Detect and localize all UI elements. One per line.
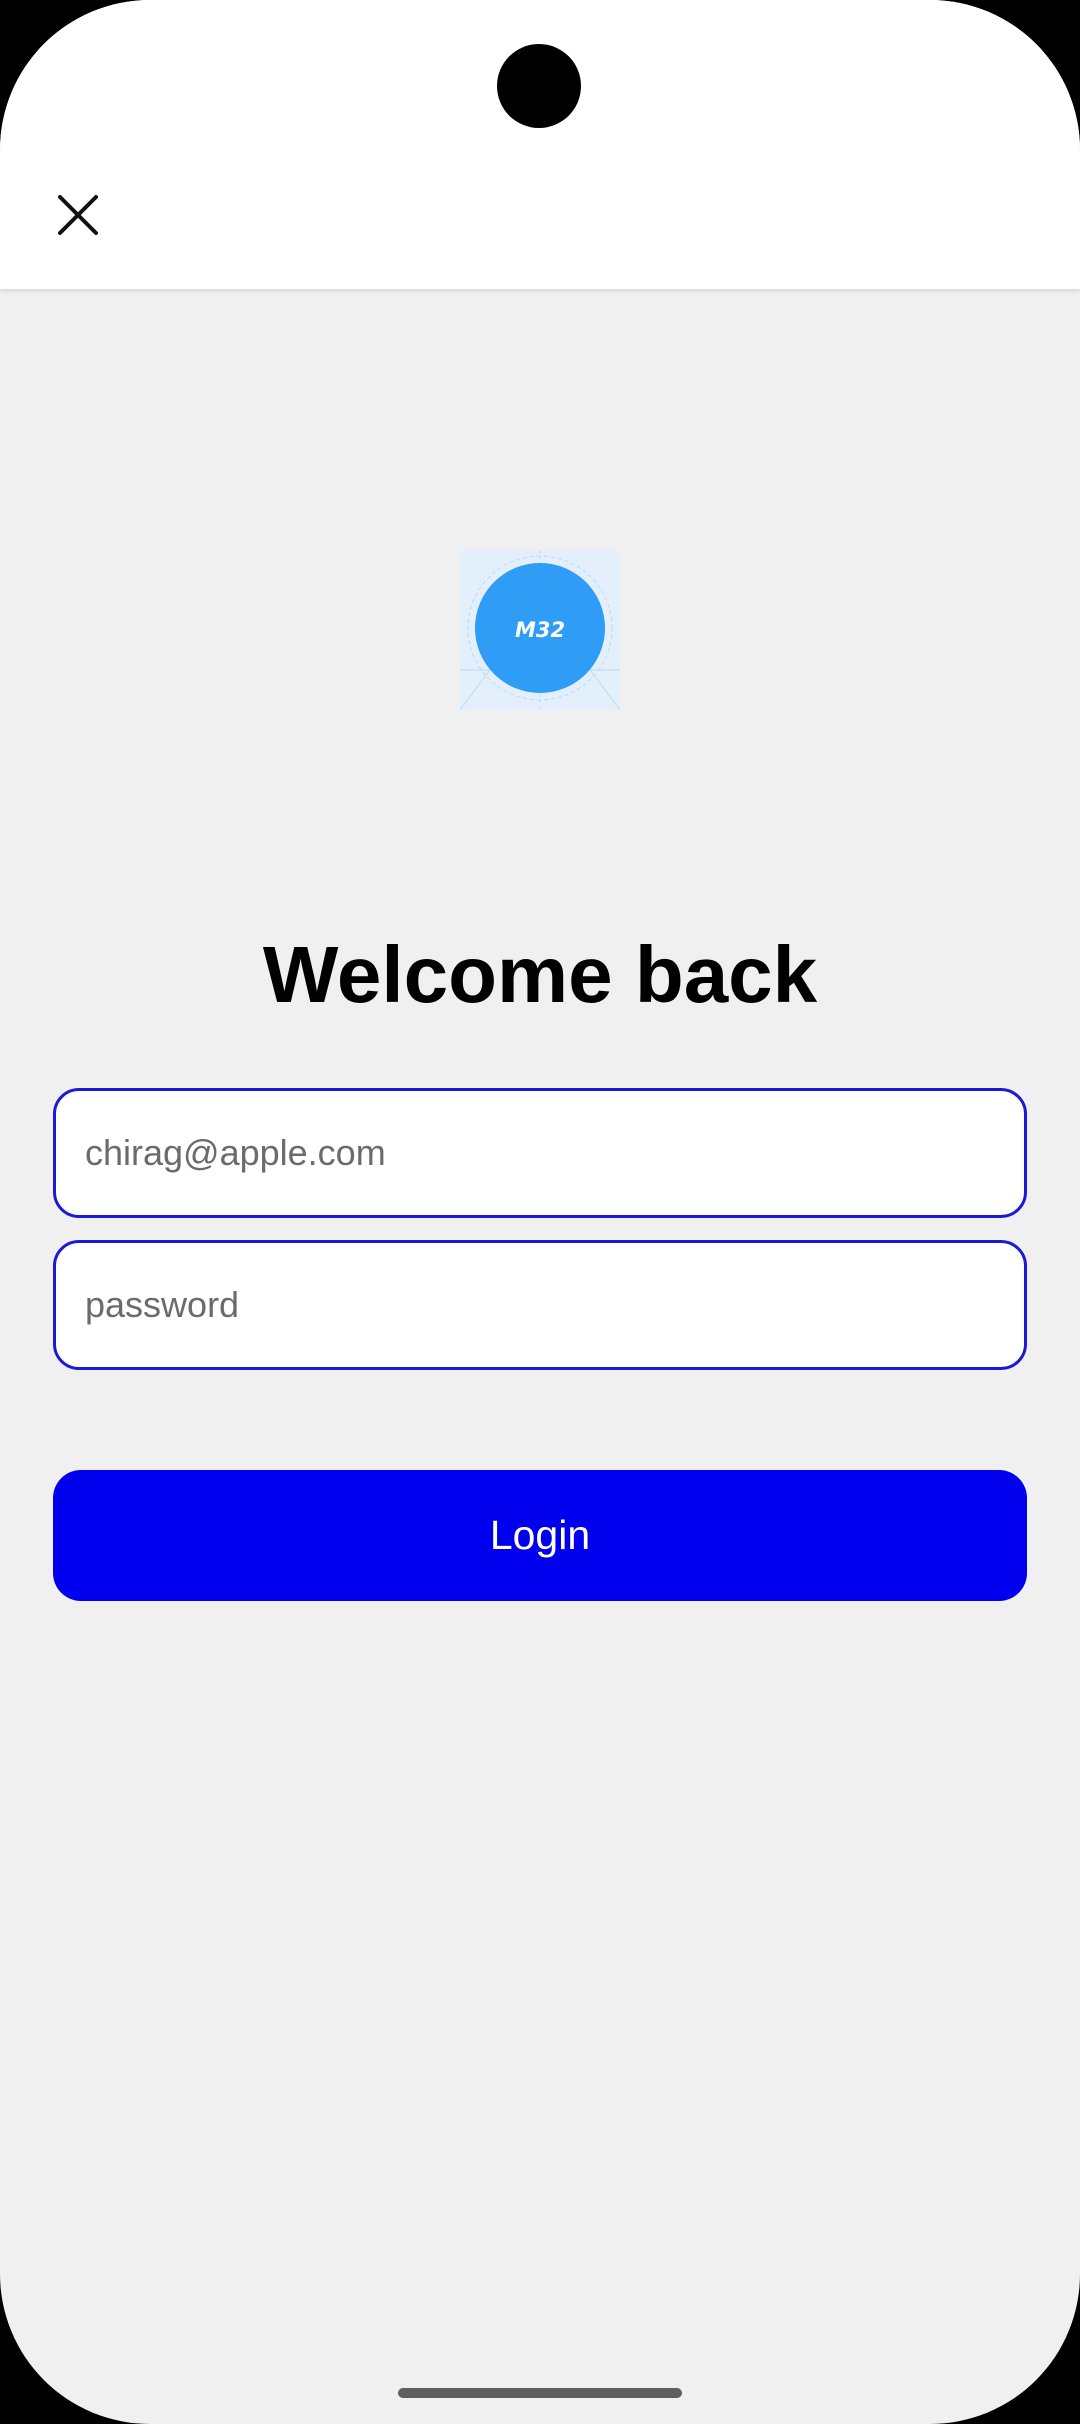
password-input[interactable] xyxy=(83,1283,1024,1327)
password-field[interactable] xyxy=(53,1240,1027,1370)
screen: M32 Welcome back Login xyxy=(0,0,1080,2424)
email-field[interactable] xyxy=(53,1088,1027,1218)
app-logo: M32 xyxy=(460,550,620,710)
close-icon xyxy=(58,195,98,235)
logo-text: M32 xyxy=(514,618,566,642)
page-title: Welcome back xyxy=(262,930,818,1019)
email-input[interactable] xyxy=(83,1131,1024,1175)
camera-cutout xyxy=(497,44,581,128)
login-button[interactable]: Login xyxy=(53,1470,1027,1601)
home-indicator[interactable] xyxy=(398,2388,682,2398)
close-button[interactable] xyxy=(38,175,118,255)
